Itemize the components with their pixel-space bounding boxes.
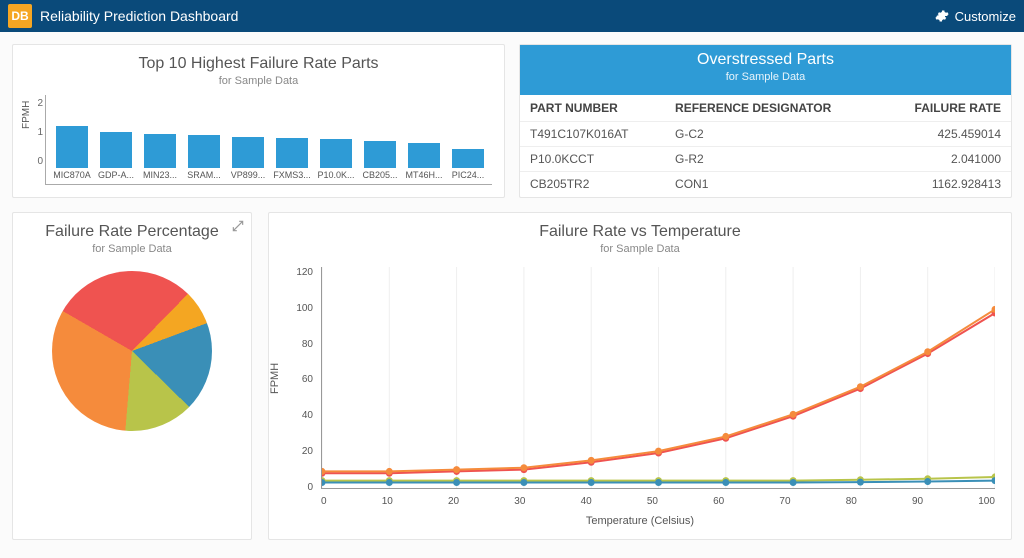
bar-col: GDP-A... bbox=[96, 132, 136, 184]
bar[interactable] bbox=[276, 138, 308, 168]
dashboard-grid: Top 10 Highest Failure Rate Parts for Sa… bbox=[0, 32, 1024, 552]
bar-chart: FPMH 2 1 0 MIC870AGDP-A...MIN23...SRAM..… bbox=[25, 95, 492, 185]
line-panel: Failure Rate vs Temperature for Sample D… bbox=[268, 212, 1012, 540]
customize-button[interactable]: Customize bbox=[935, 9, 1016, 24]
bar[interactable] bbox=[408, 143, 440, 169]
bar[interactable] bbox=[188, 135, 220, 168]
overstressed-table: PART NUMBER REFERENCE DESIGNATOR FAILURE… bbox=[520, 95, 1011, 196]
overstressed-title: Overstressed Parts bbox=[520, 51, 1011, 69]
bar[interactable] bbox=[452, 149, 484, 168]
bar-label: MT46H... bbox=[405, 170, 442, 184]
bar-label: FXMS3... bbox=[273, 170, 311, 184]
col-ref[interactable]: REFERENCE DESIGNATOR bbox=[665, 95, 881, 122]
bar-col: SRAM... bbox=[184, 135, 224, 184]
bar[interactable] bbox=[232, 137, 264, 168]
bar-col: FXMS3... bbox=[272, 138, 312, 184]
col-part[interactable]: PART NUMBER bbox=[520, 95, 665, 122]
bar-label: P10.0K... bbox=[317, 170, 354, 184]
bar-col: P10.0K... bbox=[316, 139, 356, 184]
bar[interactable] bbox=[144, 134, 176, 168]
bar-col: MIN23... bbox=[140, 134, 180, 184]
bar-label: CB205... bbox=[362, 170, 397, 184]
line-yaxis: 120100806040200 bbox=[281, 263, 315, 493]
pie-subtitle: for Sample Data bbox=[25, 243, 239, 255]
table-row[interactable]: CB205TR2CON11162.928413 bbox=[520, 172, 1011, 197]
bar[interactable] bbox=[56, 126, 88, 169]
expand-icon[interactable] bbox=[231, 219, 245, 233]
app-header: DB Reliability Prediction Dashboard Cust… bbox=[0, 0, 1024, 32]
bar-area: MIC870A GDP-A... MIN23... SRAM... VP899... FX… bbox=[45, 95, 492, 185]
table-row[interactable]: T491C107K016ATG-C2425.459014 bbox=[520, 122, 1011, 147]
bar-label: MIC870A bbox=[53, 170, 91, 184]
line-ylabel: FPMH bbox=[269, 363, 281, 394]
bar-label: MIN23... bbox=[143, 170, 177, 184]
customize-label: Customize bbox=[955, 9, 1016, 24]
overstressed-panel: Overstressed Parts for Sample Data PART … bbox=[519, 44, 1012, 198]
bar-ylabel: FPMH bbox=[21, 101, 32, 129]
bar-col: VP899... bbox=[228, 137, 268, 184]
bar-col: PIC24... bbox=[448, 149, 488, 184]
overstressed-header: Overstressed Parts for Sample Data bbox=[520, 45, 1011, 95]
gear-icon bbox=[935, 9, 949, 23]
top10-subtitle: for Sample Data bbox=[25, 75, 492, 87]
bar-label: SRAM... bbox=[187, 170, 221, 184]
header-left: DB Reliability Prediction Dashboard bbox=[8, 4, 238, 28]
bar[interactable] bbox=[100, 132, 132, 168]
pie-panel: Failure Rate Percentage for Sample Data bbox=[12, 212, 252, 540]
bar-label: VP899... bbox=[231, 170, 266, 184]
line-chart: FPMH 120100806040200 0102030405060708090… bbox=[281, 263, 999, 513]
line-xaxis: 0102030405060708090100 bbox=[321, 496, 995, 507]
top10-panel: Top 10 Highest Failure Rate Parts for Sa… bbox=[12, 44, 505, 198]
overstressed-subtitle: for Sample Data bbox=[520, 71, 1011, 83]
pie-wrap bbox=[25, 263, 239, 431]
line-plot-area bbox=[321, 267, 995, 489]
top10-title: Top 10 Highest Failure Rate Parts bbox=[25, 55, 492, 73]
bar[interactable] bbox=[320, 139, 352, 168]
col-rate[interactable]: FAILURE RATE bbox=[881, 95, 1011, 122]
line-subtitle: for Sample Data bbox=[281, 243, 999, 255]
page-title: Reliability Prediction Dashboard bbox=[40, 8, 238, 24]
line-title: Failure Rate vs Temperature bbox=[281, 223, 999, 241]
logo-badge: DB bbox=[8, 4, 32, 28]
bar-label: PIC24... bbox=[452, 170, 485, 184]
bar-col: MT46H... bbox=[404, 143, 444, 185]
table-row[interactable]: P10.0KCCTG-R22.041000 bbox=[520, 147, 1011, 172]
bar-col: CB205... bbox=[360, 141, 400, 184]
bar[interactable] bbox=[364, 141, 396, 168]
line-xlabel: Temperature (Celsius) bbox=[281, 515, 999, 527]
pie-title: Failure Rate Percentage bbox=[25, 223, 239, 241]
bar-col: MIC870A bbox=[52, 126, 92, 185]
bar-label: GDP-A... bbox=[98, 170, 134, 184]
pie-chart bbox=[52, 271, 212, 431]
